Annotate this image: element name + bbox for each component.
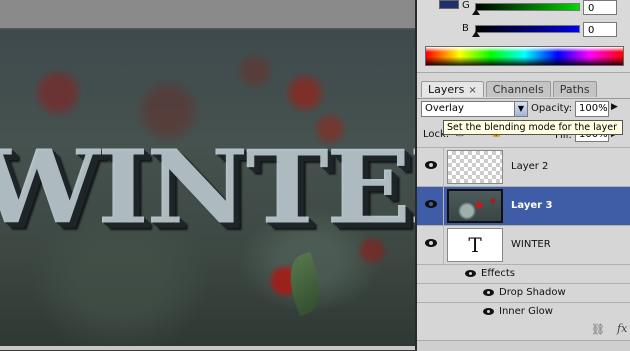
effect-label: Drop Shadow (499, 287, 566, 298)
tab-divider (417, 98, 630, 99)
tab-layers-label: Layers (428, 83, 465, 96)
layer-thumbnail-photo (447, 189, 503, 223)
layer-name: Layer 2 (511, 161, 549, 172)
eye-divider (443, 226, 444, 264)
b-slider[interactable] (475, 25, 580, 33)
blend-mode-tooltip: Set the blending mode for the layer (443, 120, 623, 135)
document-canvas[interactable]: WINTER (0, 0, 415, 350)
opacity-input[interactable]: 100% (575, 101, 609, 117)
blend-mode-value: Overlay (425, 103, 464, 114)
effect-row-drop-shadow[interactable]: Drop Shadow (417, 283, 630, 302)
close-icon[interactable]: × (468, 85, 476, 96)
tab-paths[interactable]: Paths (552, 81, 597, 97)
eye-icon[interactable] (425, 200, 437, 208)
b-value-input[interactable]: 0 (583, 22, 617, 37)
g-slider[interactable] (475, 3, 580, 11)
fx-icon[interactable]: fx (617, 322, 627, 335)
chevron-down-icon[interactable]: ▼ (514, 102, 527, 116)
canvas-winter-text: WINTER (0, 129, 415, 247)
right-panel: G 0 B 0 Layers × Channels Paths Overlay ▼… (415, 0, 630, 351)
g-slider-thumb[interactable] (472, 9, 480, 15)
layer-list: Layer 2 Layer 3 T WINTER Effects Drop Sh… (417, 147, 630, 340)
eye-icon[interactable] (465, 270, 476, 277)
eye-divider (443, 187, 444, 225)
panel-tabs: Layers × Channels Paths (421, 81, 599, 98)
tab-layers[interactable]: Layers × (421, 81, 484, 97)
tab-channels[interactable]: Channels (485, 81, 551, 97)
color-panel: G 0 B 0 (417, 0, 630, 73)
layer-thumbnail-transparent (447, 150, 503, 184)
layer-name: WINTER (511, 239, 551, 250)
layer-row-layer-3[interactable]: Layer 3 (417, 186, 630, 225)
layer-name: Layer 3 (511, 200, 553, 211)
blend-mode-dropdown[interactable]: Overlay ▼ (421, 101, 528, 117)
link-icon[interactable]: ⛓ (591, 323, 605, 336)
opacity-slider-arrow-icon[interactable]: ▶ (611, 102, 618, 112)
eye-divider (443, 148, 444, 186)
tab-channels-label: Channels (492, 83, 544, 96)
text-layer-thumbnail-icon: T (447, 228, 503, 262)
eye-icon[interactable] (425, 239, 437, 247)
eye-icon[interactable] (483, 308, 494, 315)
layer-row-winter[interactable]: T WINTER (417, 225, 630, 264)
layer-effects-row[interactable]: Effects (417, 264, 630, 283)
g-slider-label: G (462, 0, 470, 11)
tab-paths-label: Paths (559, 83, 590, 96)
effect-row-inner-glow[interactable]: Inner Glow (417, 302, 630, 321)
layer-row-layer-2[interactable]: Layer 2 (417, 147, 630, 186)
color-spectrum-bar[interactable] (425, 46, 624, 66)
foreground-color-swatch[interactable] (439, 0, 459, 9)
canvas-bottom-strip (0, 346, 415, 350)
b-slider-thumb[interactable] (472, 31, 480, 37)
panel-footer (417, 340, 630, 351)
layers-panel: Layers × Channels Paths Overlay ▼ Opacity… (417, 79, 630, 351)
canvas-pasteboard (0, 0, 415, 28)
eye-icon[interactable] (483, 289, 494, 296)
effect-label: Inner Glow (499, 306, 553, 317)
opacity-label: Opacity: (531, 103, 573, 114)
effects-label: Effects (481, 268, 515, 279)
b-slider-label: B (462, 23, 469, 34)
eye-icon[interactable] (425, 161, 437, 169)
g-value-input[interactable]: 0 (583, 0, 617, 15)
